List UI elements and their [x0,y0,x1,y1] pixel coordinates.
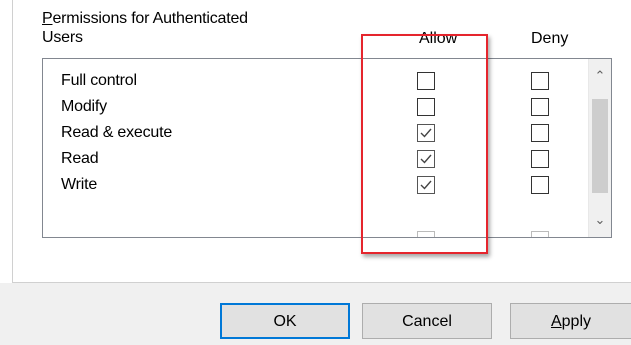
security-dialog: Permissions for Authenticated Users Allow… [0,0,631,345]
scroll-down-arrow-icon[interactable]: ⌄ [589,209,611,231]
deny-checkbox-read-execute[interactable] [531,124,549,142]
permissions-label: Permissions for Authenticated Users [42,9,248,47]
permission-label: Write [61,176,98,193]
deny-checkbox-write[interactable] [531,176,549,194]
permissions-label-line2: Users [42,29,83,46]
permission-label: Full control [61,72,137,89]
allow-column-highlight [361,34,488,254]
cancel-button[interactable]: Cancel [362,303,492,339]
deny-column-header: Deny [531,30,569,47]
permissions-label-line1: ermissions for Authenticated [52,10,248,27]
permissions-scrollbar[interactable]: ⌃ ⌄ [588,59,611,237]
permission-row-read-execute: Read & execute [43,121,583,145]
apply-accesskey: A [550,313,562,330]
deny-checkbox-next[interactable] [531,231,549,237]
permissions-list: Full control Modify Read & execute Read … [42,58,612,238]
permission-label: Read [61,150,99,167]
ok-button[interactable]: OK [220,303,350,339]
scroll-thumb[interactable] [592,99,608,193]
apply-button[interactable]: Apply [510,303,631,339]
scroll-up-arrow-icon[interactable]: ⌃ [589,65,611,87]
permission-row-full-control: Full control [43,69,583,93]
permission-row-read: Read [43,147,583,171]
deny-checkbox-modify[interactable] [531,98,549,116]
permission-row-write: Write [43,173,583,197]
permission-label: Modify [61,98,107,115]
permissions-label-accesskey: P [42,10,53,27]
permission-label: Read & execute [61,124,173,141]
deny-checkbox-read[interactable] [531,150,549,168]
deny-checkbox-full-control[interactable] [531,72,549,90]
permission-row-modify: Modify [43,95,583,119]
permission-row-partial [43,231,583,237]
apply-label-rest: pply [561,313,592,330]
